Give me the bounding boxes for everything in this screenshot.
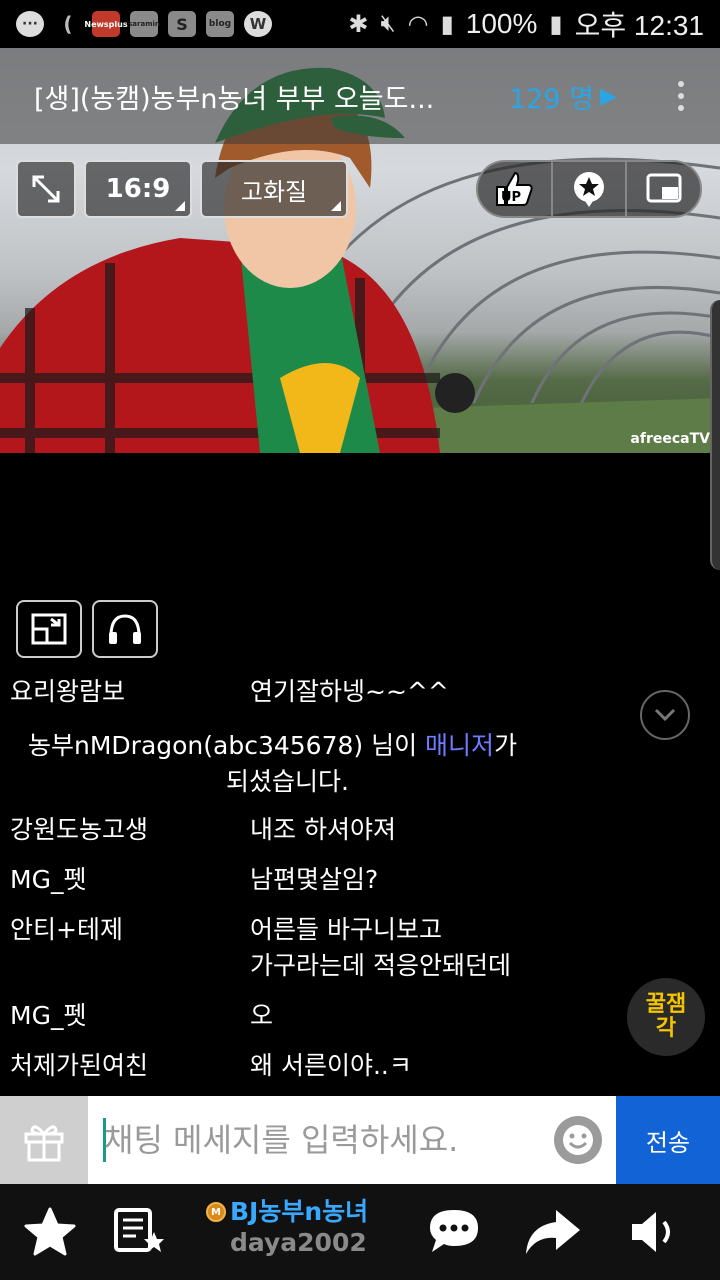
- pip-icon: [646, 173, 682, 203]
- share-nav-button[interactable]: [522, 1202, 582, 1262]
- bottom-nav: M BJ농부n농녀 daya2002: [0, 1184, 720, 1280]
- video-title-bar: [생](농캠)농부n농녀 부부 오늘도... 129 명 ▶: [0, 48, 720, 144]
- chat-message-input[interactable]: [88, 1096, 616, 1184]
- chat-input-wrap: [88, 1096, 616, 1184]
- blog-icon: blog: [206, 11, 234, 37]
- bluetooth-icon: ✱: [348, 10, 369, 38]
- gift-button[interactable]: [0, 1096, 88, 1184]
- aspect-ratio-button[interactable]: 16:9: [84, 160, 192, 218]
- chat-username[interactable]: 강원도농고생: [10, 812, 148, 848]
- fullscreen-button[interactable]: [16, 160, 76, 218]
- chat-username[interactable]: MG_펫: [10, 998, 86, 1034]
- expand-icon: [32, 175, 60, 203]
- chat-text: 어른들 바구니보고 가구라는데 적응안돼던데: [250, 915, 511, 980]
- honey-badge-line2: 각: [655, 1016, 677, 1041]
- speech-bubble-icon: [430, 1210, 478, 1252]
- chat-username[interactable]: 안티+테제: [10, 912, 123, 948]
- video-player[interactable]: [생](농캠)농부n농녀 부부 오늘도... 129 명 ▶ 16:9 고화질 …: [0, 48, 720, 453]
- clock: 오후 12:31: [574, 10, 704, 41]
- notice-line2: 되셨습니다.: [226, 767, 349, 796]
- more-menu-icon[interactable]: [676, 81, 686, 111]
- viewer-count[interactable]: 129 명 ▶: [509, 77, 617, 116]
- w-app-icon: W: [244, 11, 272, 37]
- scroll-to-bottom-button[interactable]: [640, 690, 690, 740]
- s-app-icon: S: [168, 11, 196, 37]
- play-arrow-icon: ▶: [599, 83, 617, 109]
- stream-title[interactable]: [생](농캠)농부n농녀 부부 오늘도...: [34, 77, 479, 116]
- notice-prefix: 농부nMDragon(abc345678) 님이: [28, 731, 426, 760]
- notice-suffix: 가: [494, 731, 518, 760]
- smiley-icon: [563, 1125, 593, 1155]
- chat-nav-button[interactable]: [424, 1202, 484, 1262]
- bj-info[interactable]: M BJ농부n농녀 daya2002: [206, 1192, 406, 1272]
- send-button[interactable]: 전송: [616, 1096, 720, 1184]
- chat-text: 연기잘하넹~~^^: [250, 677, 449, 706]
- notes-star-icon: [114, 1208, 164, 1252]
- chat-text: 내조 하셔야져: [250, 815, 396, 844]
- pip-button[interactable]: [627, 162, 700, 216]
- honey-jam-badge[interactable]: 꿀잼 각: [627, 978, 705, 1056]
- side-panel-handle[interactable]: [710, 300, 720, 570]
- shrink-window-icon: [31, 613, 67, 645]
- favorite-nav-button[interactable]: [20, 1202, 80, 1262]
- battery-percent: 100%: [465, 8, 538, 39]
- quality-button[interactable]: 고화질: [200, 160, 348, 218]
- action-group: UP: [476, 160, 702, 218]
- chat-text: 남편몇살임?: [250, 865, 379, 894]
- bj-name: BJ농부n농녀: [230, 1197, 369, 1226]
- chat-username[interactable]: MG_펫: [10, 862, 86, 898]
- wifi-icon: ◠: [407, 10, 429, 38]
- mini-player-button[interactable]: [16, 600, 82, 658]
- volume-nav-button[interactable]: [624, 1202, 684, 1262]
- bj-id: daya2002: [230, 1228, 367, 1257]
- viewer-count-label: 129 명: [509, 83, 594, 115]
- mute-icon: 🔇︎: [380, 10, 396, 37]
- chat-text: 왜 서른이야..ㅋ: [250, 1051, 412, 1080]
- audio-only-button[interactable]: [92, 600, 158, 658]
- afreecatv-watermark: afreecaTV: [630, 431, 710, 447]
- status-bar: ··· ( Newsplus saramin S blog W ✱ 🔇︎ ◠ ▮…: [0, 0, 720, 48]
- dropdown-corner-icon: [175, 201, 185, 211]
- saramin-icon: saramin: [128, 11, 160, 37]
- chat-list[interactable]: 요리왕람보 연기잘하넹~~^^ 농부nMDragon(abc345678) 님이…: [0, 668, 720, 1092]
- star-badge-icon: [574, 172, 604, 207]
- battery-icon: ▮: [549, 10, 563, 38]
- gift-icon: [24, 1125, 64, 1162]
- headphones-icon: [109, 614, 141, 644]
- thumbs-up-icon: UP: [496, 171, 533, 206]
- system-notice: 농부nMDragon(abc345678) 님이 매니저가 되셨습니다.: [28, 728, 588, 800]
- vibrate-icon: (: [63, 12, 73, 36]
- aspect-ratio-label: 16:9: [105, 174, 171, 204]
- medal-icon: M: [206, 1202, 226, 1222]
- dropdown-corner-icon: [331, 201, 341, 211]
- chat-input-bar: 전송: [0, 1096, 720, 1184]
- favorite-button[interactable]: [553, 162, 628, 216]
- bookmark-nav-button[interactable]: [110, 1202, 170, 1262]
- quality-label: 고화질: [240, 177, 308, 206]
- chat-bubble-icon: ···: [16, 11, 44, 37]
- text-caret: [103, 1118, 106, 1162]
- newsplus-icon: Newsplus: [84, 11, 128, 37]
- signal-icon: ▮: [440, 10, 454, 38]
- svg-text:UP: UP: [501, 190, 521, 205]
- honey-badge-line1: 꿀잼: [645, 992, 687, 1017]
- up-button[interactable]: UP: [478, 162, 553, 216]
- star-icon: [24, 1207, 76, 1256]
- chat-text: 오: [250, 1001, 274, 1030]
- chat-username[interactable]: 처제가된여친: [10, 1048, 148, 1084]
- notice-role: 매니저: [425, 731, 495, 760]
- speaker-icon: [632, 1212, 670, 1252]
- chat-username[interactable]: 요리왕람보: [10, 674, 125, 710]
- share-arrow-icon: [526, 1210, 580, 1254]
- chevron-down-icon: [654, 708, 676, 722]
- emoji-button[interactable]: [554, 1116, 602, 1164]
